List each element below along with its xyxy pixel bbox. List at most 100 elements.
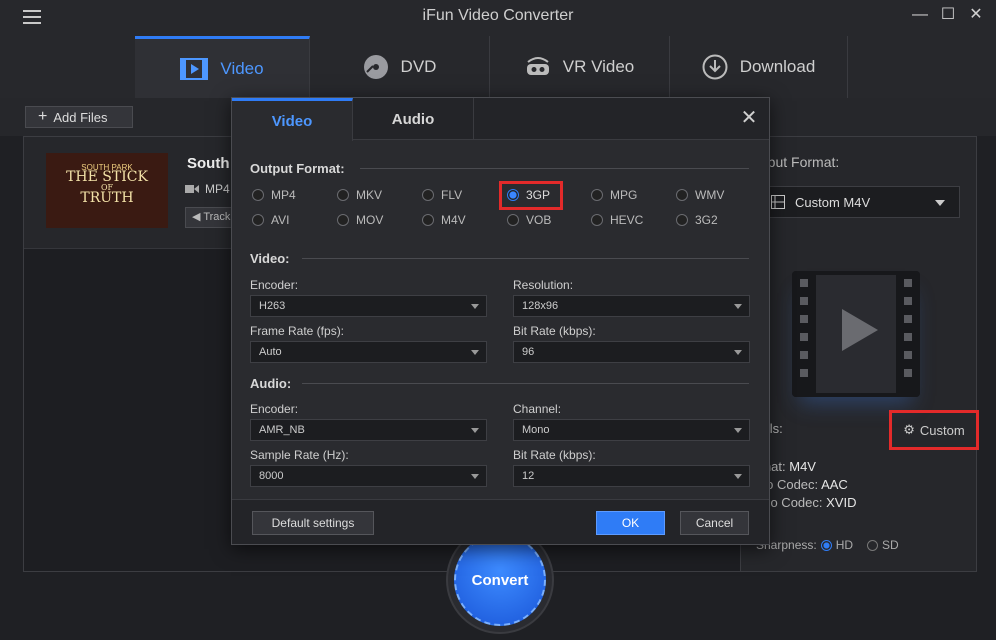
format-radio-vob[interactable]: VOB xyxy=(507,213,551,227)
format-radio-mov[interactable]: MOV xyxy=(337,213,383,227)
sd-radio[interactable] xyxy=(867,539,879,551)
camera-icon xyxy=(185,185,199,193)
tab-dvd-label: DVD xyxy=(400,57,437,76)
video-thumbnail[interactable]: SOUTH PARK THE STICK OF TRUTH xyxy=(46,153,168,228)
output-format-value: Custom M4V xyxy=(795,194,871,210)
hd-radio[interactable] xyxy=(820,539,832,551)
hd-label: HD xyxy=(835,538,854,552)
samplerate-value: 8000 xyxy=(259,470,284,482)
video-bitrate-value: 96 xyxy=(522,346,535,358)
minimize-button[interactable]: — xyxy=(910,5,930,25)
chevron-down-icon xyxy=(471,428,479,433)
video-encoder-select[interactable]: H263 xyxy=(250,295,487,317)
app-title: iFun Video Converter xyxy=(422,7,574,24)
cancel-button[interactable]: Cancel xyxy=(680,511,749,535)
format-label: MPG xyxy=(610,188,638,202)
tab-video[interactable]: Video xyxy=(135,36,310,98)
format-radio-mkv[interactable]: MKV xyxy=(337,188,382,202)
radio-dot xyxy=(591,189,603,201)
audio-bitrate-label: Bit Rate (kbps): xyxy=(513,448,596,462)
file-title: South xyxy=(187,155,230,172)
tab-vr-video[interactable]: VR Video xyxy=(490,36,670,98)
radio-dot xyxy=(252,189,264,201)
convert-button[interactable]: Convert xyxy=(454,534,546,626)
output-format-select[interactable]: Custom M4V xyxy=(756,186,960,218)
format-radio-m4v[interactable]: M4V xyxy=(422,213,466,227)
format-radio-mpg[interactable]: MPG xyxy=(591,188,637,202)
chevron-down-icon xyxy=(471,474,479,479)
audio-bitrate-value: 12 xyxy=(522,470,535,482)
maximize-button[interactable]: ☐ xyxy=(938,5,958,25)
default-settings-button[interactable]: Default settings xyxy=(252,511,374,535)
add-files-label: Add Files xyxy=(53,109,108,125)
video-encoder-value: H263 xyxy=(259,300,286,312)
custom-button[interactable]: ⚙ Custom xyxy=(889,410,979,450)
dialog-tabs: Video Audio ✕ xyxy=(232,98,769,141)
speaker-icon: ◀ xyxy=(192,211,201,223)
video-heading: Video: xyxy=(250,251,290,266)
meta-video-value: XVID xyxy=(826,495,857,510)
format-label: FLV xyxy=(441,188,463,202)
format-label: MKV xyxy=(356,188,383,202)
sharpness-row: Sharpness: HD SD xyxy=(756,538,899,552)
film-icon xyxy=(180,57,209,80)
film-small-icon xyxy=(771,195,785,209)
video-encoder-label: Encoder: xyxy=(250,278,299,292)
plus-icon: + xyxy=(38,108,48,125)
dialog-tab-video[interactable]: Video xyxy=(232,98,353,141)
samplerate-label: Sample Rate (Hz): xyxy=(250,448,349,462)
channel-value: Mono xyxy=(522,424,550,436)
radio-dot xyxy=(676,214,688,226)
thumb-title: THE STICK OF TRUTH xyxy=(46,170,168,205)
format-radio-wmv[interactable]: WMV xyxy=(676,188,724,202)
video-preview-icon xyxy=(792,271,920,397)
format-radio-hevc[interactable]: HEVC xyxy=(591,213,643,227)
chevron-down-icon xyxy=(471,304,479,309)
format-radio-3g2[interactable]: 3G2 xyxy=(676,213,718,227)
ok-button[interactable]: OK xyxy=(596,511,665,535)
format-label: VOB xyxy=(526,213,552,227)
radio-dot xyxy=(422,214,434,226)
channel-select[interactable]: Mono xyxy=(513,419,750,441)
radio-dot xyxy=(337,189,349,201)
dialog-close-icon[interactable]: ✕ xyxy=(739,108,759,128)
audio-encoder-value: AMR_NB xyxy=(259,424,305,436)
main-tabs: Video DVD VR Video Download xyxy=(0,34,996,98)
resolution-select[interactable]: 128x96 xyxy=(513,295,750,317)
format-label: HEVC xyxy=(610,213,644,227)
framerate-select[interactable]: Auto xyxy=(250,341,487,363)
dialog-tab-audio[interactable]: Audio xyxy=(353,98,474,140)
file-format-value: MP4 xyxy=(205,182,230,196)
meta-video-codec: deo Codec: XVID xyxy=(756,495,856,510)
chevron-down-icon xyxy=(734,428,742,433)
format-radio-mp4[interactable]: MP4 xyxy=(252,188,296,202)
disc-icon xyxy=(363,55,388,79)
tab-download-label: Download xyxy=(739,57,816,76)
custom-button-label: Custom xyxy=(919,422,965,438)
format-radio-3gp[interactable]: 3GP xyxy=(507,188,550,202)
radio-dot xyxy=(591,214,603,226)
divider xyxy=(302,383,749,384)
format-radio-flv[interactable]: FLV xyxy=(422,188,462,202)
samplerate-select[interactable]: 8000 xyxy=(250,465,487,487)
resolution-value: 128x96 xyxy=(522,300,559,312)
audio-bitrate-select[interactable]: 12 xyxy=(513,465,750,487)
radio-dot xyxy=(252,214,264,226)
video-bitrate-select[interactable]: 96 xyxy=(513,341,750,363)
download-icon xyxy=(702,54,728,80)
tab-dvd[interactable]: DVD xyxy=(310,36,490,98)
tab-download[interactable]: Download xyxy=(670,36,848,98)
audio-track-button[interactable]: ◀ Track xyxy=(185,207,235,228)
framerate-value: Auto xyxy=(259,346,282,358)
format-label: WMV xyxy=(695,188,725,202)
close-button[interactable]: ✕ xyxy=(966,5,986,25)
format-label: 3G2 xyxy=(695,213,718,227)
chevron-down-icon[interactable] xyxy=(935,200,945,206)
chevron-down-icon xyxy=(734,304,742,309)
resolution-label: Resolution: xyxy=(513,278,574,292)
audio-encoder-select[interactable]: AMR_NB xyxy=(250,419,487,441)
custom-settings-dialog: Video Audio ✕ Output Format: MP4 MKV FLV… xyxy=(231,97,770,545)
format-radio-avi[interactable]: AVI xyxy=(252,213,289,227)
channel-label: Channel: xyxy=(513,402,562,416)
add-files-button[interactable]: + Add Files xyxy=(25,106,133,128)
